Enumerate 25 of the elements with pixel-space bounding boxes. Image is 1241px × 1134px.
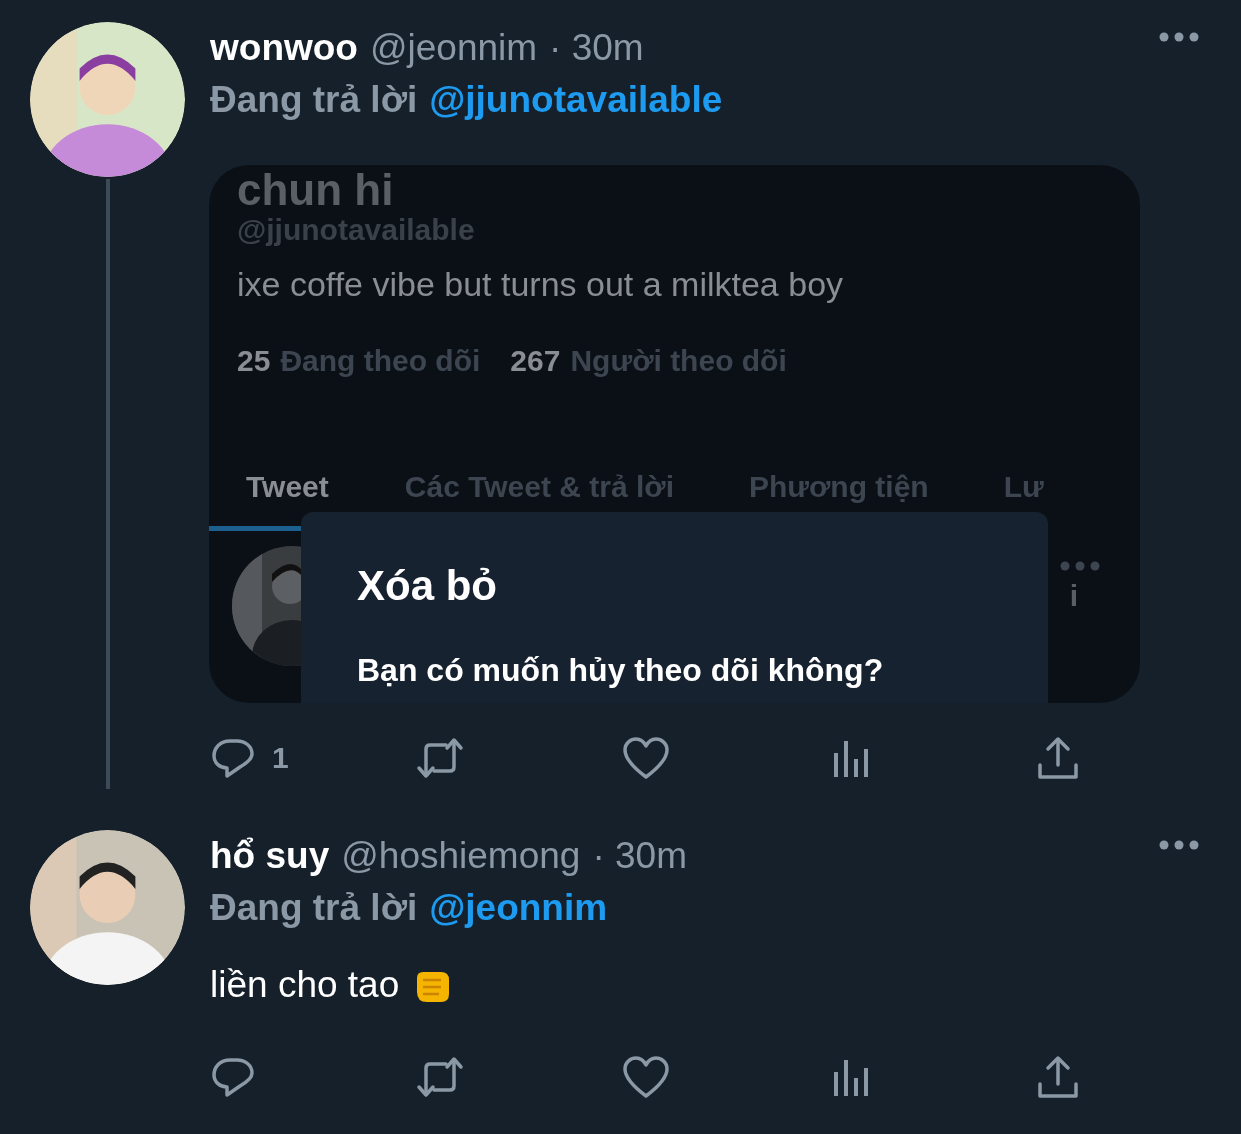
reply-label: Đang trả lời <box>210 886 418 930</box>
more-icon[interactable] <box>1159 840 1199 850</box>
dialog-message: Bạn có muốn hủy theo dõi không? <box>357 652 885 689</box>
profile-bio: ixe coffe vibe but turns out a milktea boy <box>237 265 845 304</box>
user-handle[interactable]: @hoshiemong <box>341 830 581 882</box>
dialog-title: Xóa bỏ <box>357 562 498 610</box>
reply-count: 1 <box>272 741 289 775</box>
mention-link[interactable]: @jeonnim <box>429 882 608 934</box>
user-handle[interactable]: @jeonnim <box>369 22 538 74</box>
user-name: wonwoo <box>210 26 358 70</box>
tweet-text: liền cho tao <box>210 964 400 1006</box>
stat-count: 267 <box>510 344 561 378</box>
reply-label: Đang trả lời <box>210 78 418 122</box>
stat-count: 25 <box>237 344 271 378</box>
heart-icon[interactable] <box>622 1054 670 1100</box>
timestamp: · 30m <box>592 834 687 878</box>
mention-link[interactable]: @jjunotavailable <box>429 74 723 126</box>
more-icon[interactable] <box>1159 32 1199 42</box>
retweet-icon[interactable] <box>416 1054 464 1100</box>
timestamp: · 30m <box>549 26 644 70</box>
text-fragment: i <box>1069 579 1079 613</box>
user-name: hổ suy <box>210 834 330 878</box>
display-name: chun hi <box>237 167 395 213</box>
retweet-icon[interactable] <box>416 735 464 781</box>
heart-icon[interactable] <box>622 735 670 781</box>
